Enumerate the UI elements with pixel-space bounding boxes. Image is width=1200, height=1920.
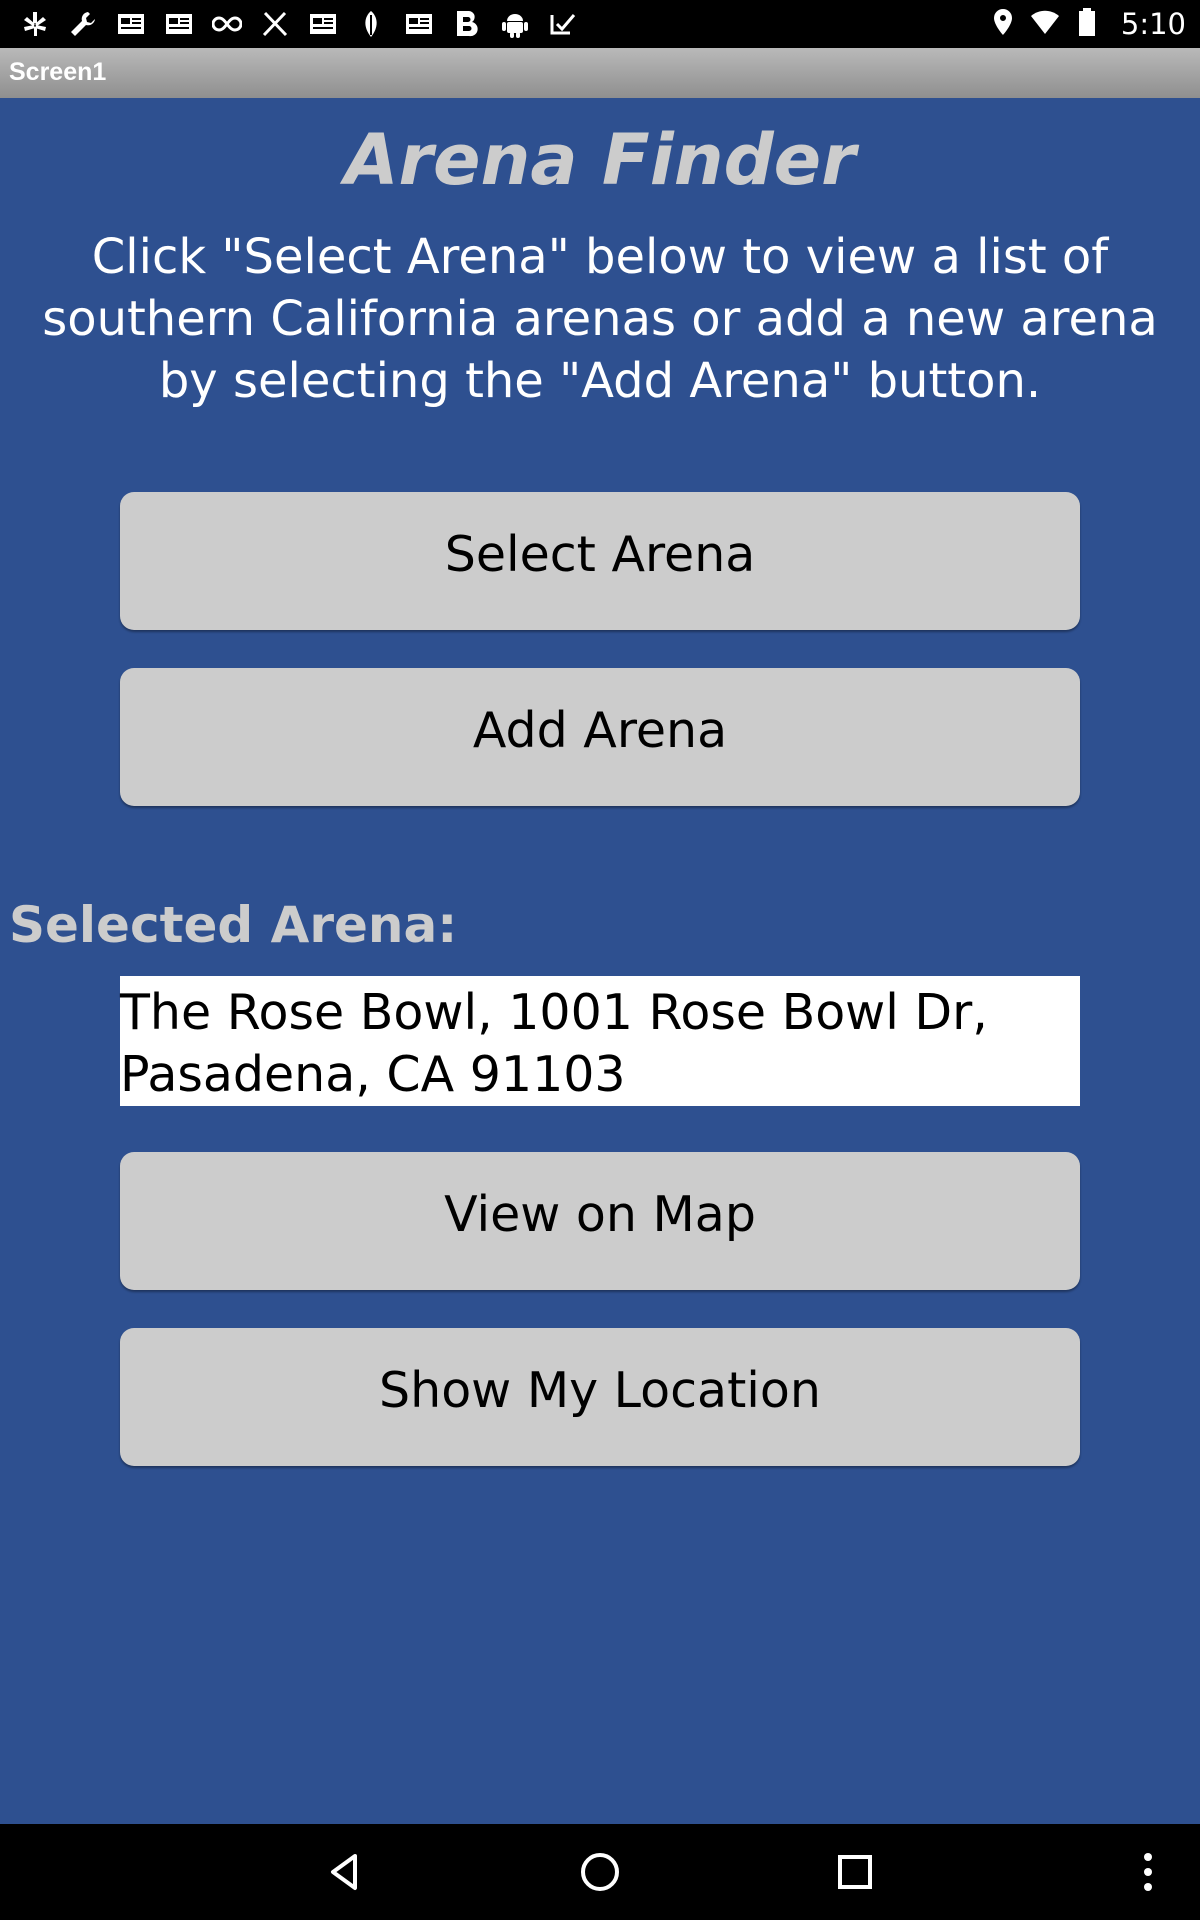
- screen: 5:10 Screen1 Arena Finder Click "Select …: [0, 0, 1200, 1920]
- view-on-map-button[interactable]: View on Map: [120, 1152, 1080, 1290]
- cutlery-icon: [258, 7, 292, 41]
- yelp-icon: [18, 7, 52, 41]
- wrench-icon: [66, 7, 100, 41]
- select-arena-button[interactable]: Select Arena: [120, 492, 1080, 630]
- leaf-icon: [354, 7, 388, 41]
- home-icon[interactable]: [576, 1848, 624, 1896]
- recents-icon[interactable]: [831, 1848, 879, 1896]
- status-bar: 5:10: [0, 0, 1200, 48]
- check-icon: [546, 7, 580, 41]
- location-pin-icon: [989, 7, 1017, 41]
- title-bar: Screen1: [0, 48, 1200, 98]
- news-icon: [306, 7, 340, 41]
- add-arena-button[interactable]: Add Arena: [120, 668, 1080, 806]
- news-icon: [114, 7, 148, 41]
- system-status: 5:10: [989, 6, 1186, 42]
- selected-arena-field[interactable]: The Rose Bowl, 1001 Rose Bowl Dr, Pasade…: [120, 976, 1080, 1106]
- screen-title: Screen1: [9, 58, 107, 86]
- app-title: Arena Finder: [344, 119, 856, 201]
- news-icon: [162, 7, 196, 41]
- menu-icon[interactable]: [1124, 1848, 1172, 1896]
- notification-icons: [18, 6, 580, 42]
- news-icon: [402, 7, 436, 41]
- back-icon[interactable]: [321, 1848, 369, 1896]
- instructions-text: Click "Select Arena" below to view a lis…: [42, 229, 1158, 409]
- selected-arena-label: Selected Arena:: [9, 896, 458, 954]
- clock: 5:10: [1120, 7, 1186, 41]
- wifi-icon: [1030, 7, 1059, 41]
- show-my-location-button[interactable]: Show My Location: [120, 1328, 1080, 1466]
- battery-icon: [1073, 7, 1101, 41]
- infinity-icon: [210, 7, 244, 41]
- b-icon: [450, 7, 484, 41]
- android-icon: [498, 7, 532, 41]
- navigation-bar: [0, 1824, 1200, 1920]
